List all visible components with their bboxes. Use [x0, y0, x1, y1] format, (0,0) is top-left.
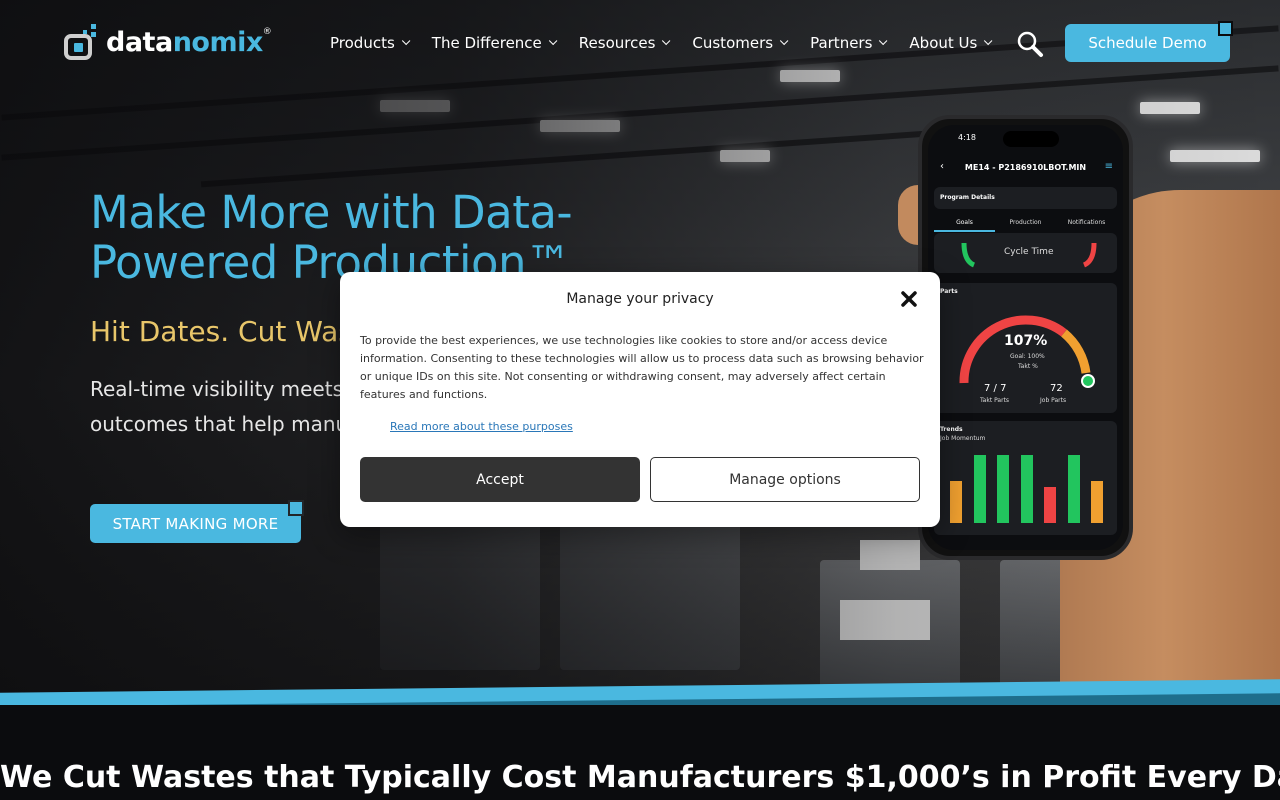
gauge-value: 107% — [1004, 333, 1048, 349]
trend-bar — [950, 481, 962, 523]
hero-subhead: Hit Dates. Cut Was — [90, 315, 353, 348]
phone-notch — [1003, 131, 1059, 147]
trend-bar — [1044, 486, 1057, 523]
phone-tabs: Goals Production Notifications — [934, 215, 1117, 232]
takt-parts-label: Takt Parts — [980, 397, 1010, 404]
read-more-link[interactable]: Read more about these purposes — [390, 420, 573, 433]
trend-bar — [997, 454, 1010, 523]
modal-text: To provide the best experiences, we use … — [360, 334, 924, 401]
schedule-demo-button[interactable]: Schedule Demo — [1065, 24, 1230, 62]
menu-icon: ≡ — [1104, 161, 1113, 172]
phone-tab-production: Production — [1009, 219, 1042, 226]
cycle-time-card: Cycle Time — [934, 233, 1117, 273]
chevron-down-icon — [401, 36, 411, 46]
search-icon[interactable] — [1016, 30, 1044, 58]
chevron-down-icon — [662, 36, 671, 46]
trend-bar — [973, 454, 986, 523]
job-parts-label: Job Parts — [1040, 397, 1067, 404]
close-icon[interactable] — [898, 288, 920, 310]
trends-label: Trends — [940, 426, 963, 433]
nav-customers[interactable]: Customers — [692, 34, 789, 52]
trends-card: Trends Job Momentum — [934, 421, 1117, 535]
nav-about-us[interactable]: About Us — [909, 34, 993, 52]
demo-corner-accent — [1218, 21, 1233, 36]
phone-tab-goals: Goals — [934, 215, 995, 232]
trend-bar — [1091, 481, 1104, 523]
takt-parts-value: 7 / 7 — [984, 383, 1007, 394]
logo-mark-icon — [64, 22, 98, 62]
manage-options-button[interactable]: Manage options — [650, 457, 920, 502]
nav-resources[interactable]: Resources — [579, 34, 671, 52]
nav-the-difference[interactable]: The Difference — [432, 34, 558, 52]
page: 4:18 ‹ ME14 - P2186910LBOT.MIN ≡ Program… — [0, 0, 1280, 800]
phone-tab-notifications: Notifications — [1067, 219, 1106, 226]
start-making-more-button[interactable]: START MAKING MORE — [90, 504, 301, 543]
chevron-down-icon — [879, 36, 888, 46]
main-nav: Products The Difference Resources Custom… — [330, 34, 1014, 52]
site-header: datanomix® Products The Difference Resou… — [0, 0, 1280, 88]
nav-products[interactable]: Products — [330, 34, 411, 52]
chevron-down-icon — [984, 36, 993, 46]
logo[interactable]: datanomix® — [64, 22, 272, 62]
trend-bars — [946, 447, 1105, 523]
accept-button[interactable]: Accept — [360, 457, 640, 502]
section-title: We Cut Wastes that Typically Cost Manufa… — [0, 760, 1280, 795]
job-parts-value: 72 — [1050, 383, 1063, 394]
logo-text: datanomix® — [106, 26, 272, 58]
trend-bar — [1020, 454, 1033, 523]
cta-corner-accent — [288, 500, 304, 516]
phone-mockup: 4:18 ‹ ME14 - P2186910LBOT.MIN ≡ Program… — [918, 115, 1133, 560]
parts-card: Parts 107% Goal: 100% Takt % 7 / 7 Takt … — [934, 283, 1117, 413]
phone-screen: 4:18 ‹ ME14 - P2186910LBOT.MIN ≡ Program… — [928, 125, 1123, 550]
privacy-modal: Manage your privacy To provide the best … — [340, 272, 940, 527]
nav-partners[interactable]: Partners — [810, 34, 888, 52]
program-details-bar: Program Details — [934, 187, 1117, 209]
program-details-label: Program Details — [940, 194, 995, 201]
chevron-down-icon — [548, 36, 558, 46]
cycle-time-label: Cycle Time — [1004, 247, 1054, 257]
gauge-goal: Goal: 100% — [1010, 353, 1045, 360]
trends-sub: Job Momentum — [940, 435, 986, 442]
phone-time: 4:18 — [958, 133, 976, 142]
chevron-down-icon — [779, 36, 789, 46]
gauge-sub: Takt % — [1018, 363, 1038, 370]
trend-bar — [1067, 454, 1080, 523]
phone-title: ME14 - P2186910LBOT.MIN — [964, 163, 1087, 172]
modal-title: Manage your privacy — [566, 291, 714, 307]
